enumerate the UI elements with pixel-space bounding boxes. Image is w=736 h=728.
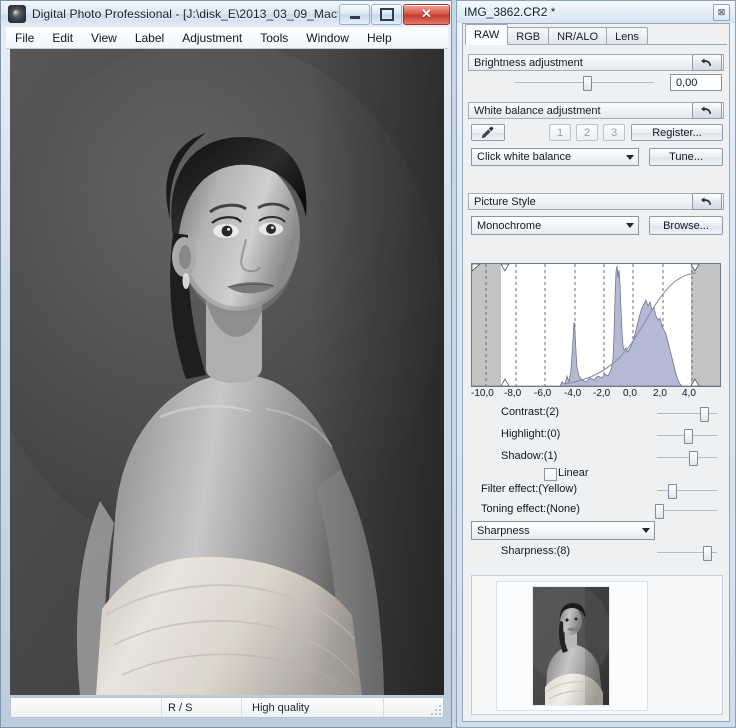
- menu-bar: File Edit View Label Adjustment Tools Wi…: [6, 27, 448, 49]
- tab-rgb[interactable]: RGB: [507, 27, 550, 45]
- shadow-slider-thumb[interactable]: [689, 451, 698, 466]
- brightness-slider-thumb[interactable]: [583, 76, 592, 91]
- wb-preset-1-button[interactable]: 1: [549, 124, 571, 141]
- histogram-tick-7: 4,0: [682, 388, 696, 399]
- tool-palette-close-icon[interactable]: ⊠: [713, 3, 730, 21]
- preview-thumbnail[interactable]: [532, 586, 610, 706]
- status-bar: R / S High quality: [10, 697, 444, 718]
- shadow-slider-track[interactable]: [657, 457, 717, 458]
- filter-effect-label: Filter effect:(Yellow): [481, 483, 577, 495]
- highlight-label: Highlight:(0): [501, 428, 561, 440]
- menu-item-label[interactable]: Label: [126, 28, 173, 48]
- status-rs: R / S: [161, 698, 241, 717]
- histogram-tick-5: 0,0: [623, 388, 637, 399]
- status-cell-4: [383, 698, 443, 717]
- register-button[interactable]: Register...: [631, 124, 723, 141]
- window-title: Digital Photo Professional - [J:\disk_E\…: [32, 7, 338, 21]
- menu-item-view[interactable]: View: [82, 28, 126, 48]
- tab-lens[interactable]: Lens: [606, 27, 648, 45]
- main-window: Digital Photo Professional - [J:\disk_E\…: [0, 0, 452, 728]
- preview-thumbnail-image: [533, 587, 609, 705]
- highlight-slider-thumb[interactable]: [684, 429, 693, 444]
- status-quality: High quality: [241, 698, 383, 717]
- picture-style-combo[interactable]: Monochrome: [471, 216, 639, 235]
- main-titlebar: Digital Photo Professional - [J:\disk_E\…: [1, 1, 453, 27]
- brightness-value-field[interactable]: 0,00: [670, 74, 722, 91]
- histogram-tick-2: -6,0: [534, 388, 552, 399]
- maximize-button[interactable]: [371, 3, 402, 25]
- wb-preset-2-button[interactable]: 2: [576, 124, 598, 141]
- reset-arrow-icon-brightness[interactable]: [692, 54, 722, 71]
- sharpness-combo-value: Sharpness: [477, 524, 530, 537]
- reset-arrow-icon-white-balance[interactable]: [692, 102, 722, 119]
- chevron-down-icon-sharpness[interactable]: [638, 522, 654, 539]
- menu-item-adjustment[interactable]: Adjustment: [173, 28, 251, 48]
- histogram-tick-1: -8,0: [504, 388, 522, 399]
- eyedropper-icon[interactable]: [471, 124, 505, 141]
- histogram-tick-6: 2,0: [653, 388, 667, 399]
- tone-curve-histogram[interactable]: [471, 263, 721, 387]
- sharpness-label: Sharpness:(8): [501, 545, 571, 557]
- white-balance-group-header: White balance adjustment: [468, 102, 724, 119]
- tool-palette-body: RAW RGB NR/ALO Lens Brightness adjustmen…: [462, 23, 730, 722]
- histogram-axis-ticks: -10,0 -8,0 -6,0 -4,0 -2,0 0,0 2,0 4,0: [471, 388, 721, 402]
- resize-grip-icon[interactable]: [431, 705, 441, 715]
- portrait-photo: [10, 49, 444, 695]
- histogram-tick-0: -10,0: [471, 388, 494, 399]
- menu-item-file[interactable]: File: [6, 28, 43, 48]
- chevron-down-icon-ps[interactable]: [622, 217, 638, 234]
- camera-icon: [8, 5, 26, 23]
- histogram-plot: [472, 264, 720, 386]
- menu-item-help[interactable]: Help: [358, 28, 401, 48]
- white-balance-combo-value: Click white balance: [477, 151, 572, 163]
- linear-label: Linear: [558, 467, 589, 479]
- menu-item-window[interactable]: Window: [297, 28, 358, 48]
- histogram-tick-4: -2,0: [593, 388, 611, 399]
- close-button[interactable]: ✕: [403, 3, 450, 25]
- linear-checkbox[interactable]: [544, 468, 557, 481]
- tool-palette-window: IMG_3862.CR2 * ⊠ RAW RGB NR/ALO Lens Bri…: [456, 0, 736, 728]
- sharpness-slider-thumb[interactable]: [703, 546, 712, 561]
- picture-style-group-header: Picture Style: [468, 193, 724, 210]
- brightness-group-header: Brightness adjustment: [468, 54, 724, 71]
- status-cell-1: [11, 698, 161, 717]
- filter-effect-slider-thumb[interactable]: [668, 484, 677, 499]
- sharpness-combo[interactable]: Sharpness: [471, 521, 655, 540]
- tool-palette-title: IMG_3862.CR2 *: [464, 5, 556, 19]
- contrast-label: Contrast:(2): [501, 406, 560, 418]
- toning-effect-slider-track[interactable]: [657, 510, 717, 511]
- tool-palette-titlebar: IMG_3862.CR2 * ⊠: [457, 1, 735, 23]
- filter-effect-slider-track[interactable]: [657, 490, 717, 491]
- toning-effect-label: Toning effect:(None): [481, 503, 580, 515]
- contrast-slider-thumb[interactable]: [700, 407, 709, 422]
- preview-area: [471, 575, 723, 715]
- shadow-label: Shadow:(1): [501, 450, 558, 462]
- menu-item-edit[interactable]: Edit: [43, 28, 82, 48]
- white-balance-label: White balance adjustment: [474, 104, 601, 117]
- browse-button[interactable]: Browse...: [649, 216, 723, 235]
- wb-preset-3-button[interactable]: 3: [603, 124, 625, 141]
- reset-arrow-icon-picture-style[interactable]: [692, 193, 722, 210]
- white-balance-combo[interactable]: Click white balance: [471, 148, 639, 166]
- tab-nr-alo[interactable]: NR/ALO: [548, 27, 608, 45]
- image-canvas[interactable]: [10, 49, 444, 695]
- adjustment-tabs: RAW RGB NR/ALO Lens: [465, 24, 648, 45]
- chevron-down-icon-wb[interactable]: [622, 149, 638, 165]
- tab-raw[interactable]: RAW: [465, 24, 509, 45]
- picture-style-combo-value: Monochrome: [477, 219, 542, 232]
- histogram-tick-3: -4,0: [564, 388, 582, 399]
- minimize-button[interactable]: [339, 3, 370, 25]
- picture-style-label: Picture Style: [474, 195, 536, 208]
- brightness-label: Brightness adjustment: [474, 56, 583, 69]
- window-controls: ✕: [338, 3, 450, 25]
- tune-button[interactable]: Tune...: [649, 148, 723, 166]
- toning-effect-slider-thumb[interactable]: [655, 504, 664, 519]
- menu-item-tools[interactable]: Tools: [251, 28, 297, 48]
- application-root: Digital Photo Professional - [J:\disk_E\…: [0, 0, 736, 728]
